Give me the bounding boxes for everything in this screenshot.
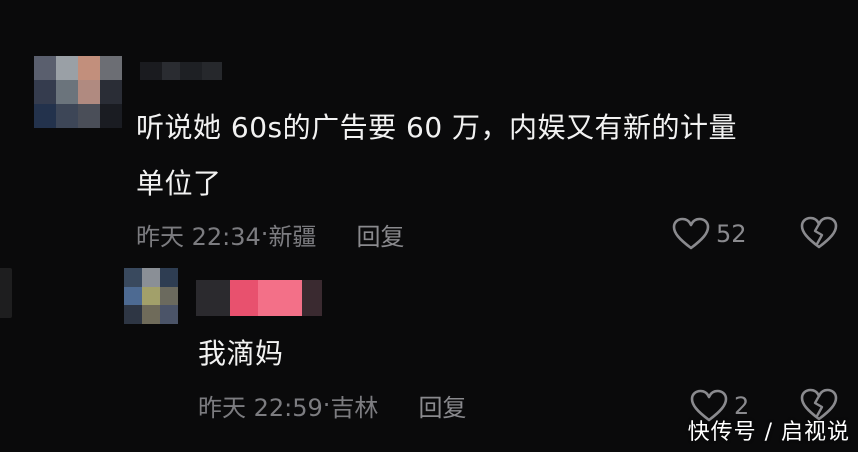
comment-location: 新疆 — [268, 222, 317, 251]
comment-text: 我滴妈 — [198, 326, 284, 382]
name-pixel — [202, 62, 222, 80]
avatar[interactable] — [124, 268, 178, 324]
avatar-pixel — [142, 305, 160, 324]
comment-text: 听说她 60s的广告要 60 万，内娱又有新的计量 单位了 — [136, 100, 826, 212]
avatar-pixel — [34, 56, 56, 80]
avatar-pixel — [34, 104, 56, 128]
name-pixel — [180, 62, 202, 80]
broken-heart-icon — [800, 216, 838, 249]
comment-text-line: 听说她 60s的广告要 60 万，内娱又有新的计量 — [136, 111, 738, 144]
name-pixel — [196, 280, 230, 316]
reply-button[interactable]: 回复 — [356, 217, 404, 252]
avatar-pixel — [100, 56, 122, 80]
avatar-pixel — [56, 56, 78, 80]
name-pixel — [162, 62, 180, 80]
avatar-pixel — [78, 80, 100, 104]
scroll-handle[interactable] — [0, 268, 12, 318]
avatar-pixel — [56, 104, 78, 128]
username-blurred[interactable] — [196, 280, 322, 316]
avatar-pixel — [124, 268, 142, 287]
avatar-pixel — [160, 286, 178, 306]
avatar-pixel — [100, 80, 122, 104]
name-pixel — [230, 280, 258, 316]
avatar-pixel — [160, 305, 178, 324]
like-count: 52 — [716, 220, 747, 248]
name-pixel — [140, 62, 162, 80]
watermark: 快传号 / 启视说 — [687, 420, 850, 445]
comment-meta: 昨天 22:34 · 新疆 回复 — [136, 216, 404, 252]
heart-outline-icon — [672, 217, 710, 250]
reply-button[interactable]: 回复 — [418, 388, 466, 423]
avatar-pixel — [78, 56, 100, 80]
avatar-pixel — [34, 80, 56, 104]
comment-time: 昨天 22:34 — [136, 222, 261, 251]
avatar-pixel — [142, 268, 160, 287]
avatar[interactable] — [34, 56, 122, 128]
meta-separator: · — [322, 391, 331, 419]
username-blurred[interactable] — [140, 62, 222, 80]
comment-time: 昨天 22:59 — [198, 393, 323, 422]
avatar-pixel — [100, 104, 122, 128]
like-button[interactable]: 52 — [672, 214, 747, 254]
name-pixel — [258, 280, 302, 316]
dislike-button[interactable] — [800, 216, 838, 254]
comment-thread: 听说她 60s的广告要 60 万，内娱又有新的计量 单位了 昨天 22:34 ·… — [0, 0, 858, 452]
avatar-pixel — [56, 80, 78, 104]
name-pixel — [302, 280, 322, 316]
avatar-pixel — [124, 286, 142, 306]
comment-text-line: 单位了 — [136, 167, 222, 200]
avatar-pixel — [142, 286, 160, 306]
avatar-pixel — [124, 305, 142, 324]
avatar-pixel — [160, 268, 178, 287]
comment-location: 吉林 — [330, 393, 379, 422]
avatar-pixel — [78, 104, 100, 128]
comment-meta: 昨天 22:59 · 吉林 回复 — [198, 387, 466, 423]
comment-text-line: 我滴妈 — [198, 337, 284, 370]
meta-separator: · — [260, 220, 269, 248]
